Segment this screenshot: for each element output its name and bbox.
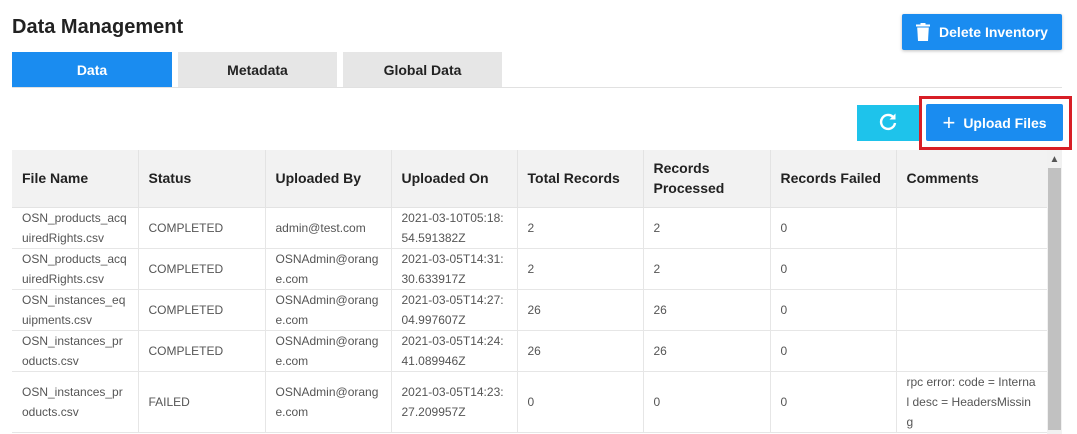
cell-comments: rpc error: code = Internal desc = Header… xyxy=(896,371,1047,433)
cell-status: COMPLETED xyxy=(138,248,266,290)
column-header-file-name[interactable]: File Name xyxy=(12,150,139,208)
cell-uploaded-by: OSNAdmin@orange.com xyxy=(265,248,392,290)
scroll-up-arrow-icon[interactable]: ▲ xyxy=(1047,152,1062,166)
cell-status: COMPLETED xyxy=(138,207,266,249)
cell-file-name: OSN_instances_products.csv xyxy=(12,330,139,372)
cell-uploaded-by: admin@test.com xyxy=(265,207,392,249)
cell-records-processed: 0 xyxy=(643,371,771,433)
cell-uploaded-by: OSNAdmin@orange.com xyxy=(265,289,392,331)
tab-bar: Data Metadata Global Data xyxy=(12,52,508,88)
cell-comments xyxy=(896,248,1047,290)
cell-file-name: OSN_products_acquiredRights.csv xyxy=(12,248,139,290)
page-title: Data Management xyxy=(12,16,184,38)
cell-uploaded-by: OSNAdmin@orange.com xyxy=(265,330,392,372)
cell-records-processed: 2 xyxy=(643,248,771,290)
tab-global-data[interactable]: Global Data xyxy=(343,52,502,88)
cell-total-records: 26 xyxy=(517,289,644,331)
trash-icon xyxy=(916,23,931,41)
upload-files-label: Upload Files xyxy=(963,114,1047,131)
table-row: OSN_products_acquiredRights.csv COMPLETE… xyxy=(12,207,1047,249)
cell-uploaded-by: OSNAdmin@orange.com xyxy=(265,371,392,433)
cell-status: FAILED xyxy=(138,371,266,433)
column-header-status[interactable]: Status xyxy=(138,150,266,208)
data-table: File Name Status Uploaded By Uploaded On… xyxy=(12,150,1047,433)
cell-file-name: OSN_instances_products.csv xyxy=(12,371,139,433)
column-header-total-records[interactable]: Total Records xyxy=(517,150,644,208)
cell-comments xyxy=(896,207,1047,249)
cell-records-failed: 0 xyxy=(770,248,897,290)
cell-records-processed: 26 xyxy=(643,330,771,372)
cell-records-failed: 0 xyxy=(770,207,897,249)
table-header-row: File Name Status Uploaded By Uploaded On… xyxy=(12,150,1047,208)
table-row: OSN_instances_products.csv FAILED OSNAdm… xyxy=(12,371,1047,433)
data-table-container: File Name Status Uploaded By Uploaded On… xyxy=(12,150,1047,434)
column-header-records-processed[interactable]: Records Processed xyxy=(643,150,771,208)
column-header-comments[interactable]: Comments xyxy=(896,150,1047,208)
column-header-uploaded-by[interactable]: Uploaded By xyxy=(265,150,392,208)
cell-comments xyxy=(896,289,1047,331)
table-row: OSN_products_acquiredRights.csv COMPLETE… xyxy=(12,248,1047,290)
cell-records-processed: 2 xyxy=(643,207,771,249)
refresh-icon xyxy=(878,112,898,135)
refresh-button[interactable] xyxy=(857,105,919,141)
cell-uploaded-on: 2021-03-05T14:23:27.209957Z xyxy=(391,371,518,433)
cell-uploaded-on: 2021-03-05T14:31:30.633917Z xyxy=(391,248,518,290)
delete-inventory-label: Delete Inventory xyxy=(939,24,1048,40)
cell-total-records: 26 xyxy=(517,330,644,372)
tab-divider xyxy=(12,87,1062,88)
delete-inventory-button[interactable]: Delete Inventory xyxy=(902,14,1062,50)
column-header-uploaded-on[interactable]: Uploaded On xyxy=(391,150,518,208)
cell-records-failed: 0 xyxy=(770,371,897,433)
cell-records-failed: 0 xyxy=(770,330,897,372)
cell-records-processed: 26 xyxy=(643,289,771,331)
tab-data[interactable]: Data xyxy=(12,52,172,88)
cell-comments xyxy=(896,330,1047,372)
cell-uploaded-on: 2021-03-10T05:18:54.591382Z xyxy=(391,207,518,249)
cell-total-records: 2 xyxy=(517,248,644,290)
cell-total-records: 2 xyxy=(517,207,644,249)
data-management-page: Data Management Delete Inventory Data Me… xyxy=(0,0,1077,434)
cell-uploaded-on: 2021-03-05T14:24:41.089946Z xyxy=(391,330,518,372)
tab-metadata[interactable]: Metadata xyxy=(178,52,337,88)
plus-icon: + xyxy=(942,109,956,135)
cell-uploaded-on: 2021-03-05T14:27:04.997607Z xyxy=(391,289,518,331)
table-row: OSN_instances_equipments.csv COMPLETED O… xyxy=(12,289,1047,331)
vertical-scrollbar[interactable]: ▲ xyxy=(1047,150,1062,434)
cell-file-name: OSN_products_acquiredRights.csv xyxy=(12,207,139,249)
cell-status: COMPLETED xyxy=(138,289,266,331)
cell-records-failed: 0 xyxy=(770,289,897,331)
cell-status: COMPLETED xyxy=(138,330,266,372)
scrollbar-thumb[interactable] xyxy=(1048,168,1061,430)
column-header-records-failed[interactable]: Records Failed xyxy=(770,150,897,208)
upload-files-button[interactable]: + Upload Files xyxy=(926,104,1063,141)
cell-total-records: 0 xyxy=(517,371,644,433)
table-row: OSN_instances_products.csv COMPLETED OSN… xyxy=(12,330,1047,372)
cell-file-name: OSN_instances_equipments.csv xyxy=(12,289,139,331)
